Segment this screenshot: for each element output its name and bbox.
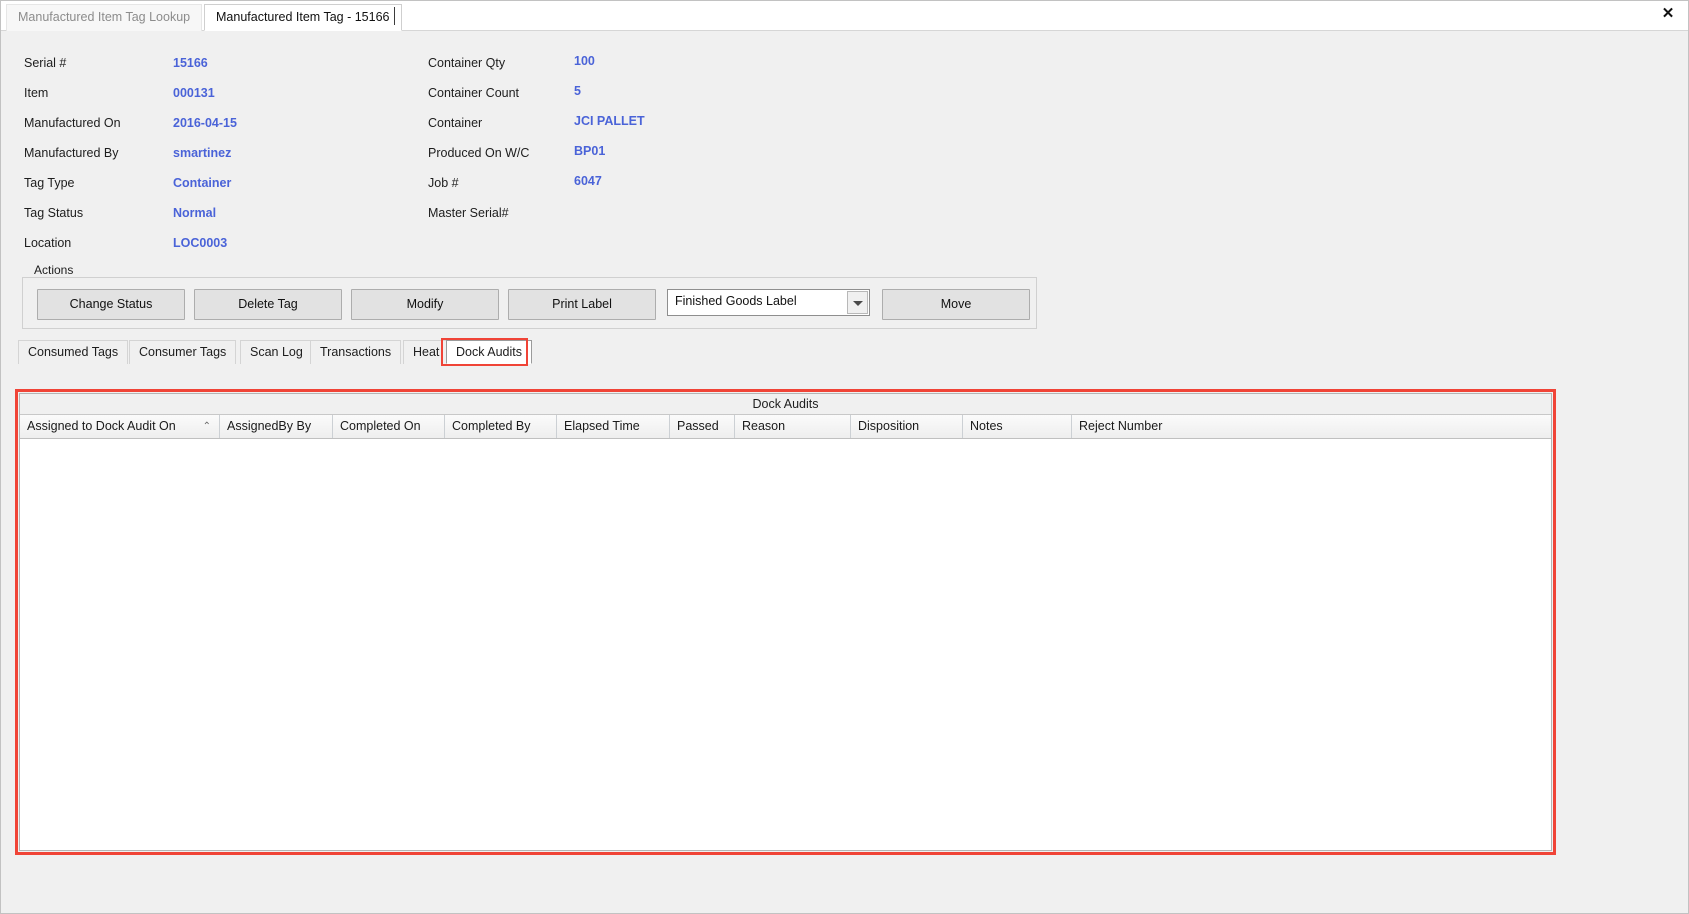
column-header-reason[interactable]: Reason: [735, 415, 851, 438]
field-value-container-count: 5: [574, 84, 581, 98]
column-header-assigned-by[interactable]: AssignedBy By: [220, 415, 333, 438]
tab-consumer-tags[interactable]: Consumer Tags: [129, 340, 237, 364]
column-header-assigned-on[interactable]: Assigned to Dock Audit On ⌃: [20, 415, 220, 438]
move-button[interactable]: Move: [882, 289, 1030, 320]
field-label-job: Job #: [428, 176, 459, 190]
column-header-passed[interactable]: Passed: [670, 415, 735, 438]
tab-consumed-tags[interactable]: Consumed Tags: [18, 340, 129, 364]
column-header-assigned-on-label: Assigned to Dock Audit On: [27, 419, 176, 433]
field-value-tag-status: Normal: [173, 206, 217, 220]
column-header-notes[interactable]: Notes: [963, 415, 1072, 438]
field-label-manufactured-by: Manufactured By: [24, 146, 119, 160]
column-header-reject-number[interactable]: Reject Number: [1072, 415, 1551, 438]
label-type-select-value: Finished Goods Label: [675, 294, 797, 308]
field-label-manufactured-on: Manufactured On: [24, 116, 121, 130]
field-value-container-qty: 100: [574, 54, 595, 68]
detail-tabbar: Consumed Tags Consumer Tags Scan Log Tra…: [18, 340, 1549, 364]
tab-dock-audits[interactable]: Dock Audits: [446, 340, 533, 364]
detail-fields: Serial # Item Manufactured On Manufactur…: [0, 31, 1689, 256]
tab-scan-log[interactable]: Scan Log: [240, 340, 313, 364]
manufactured-item-tag-window: Manufactured Item Tag Lookup Manufacture…: [0, 0, 1689, 914]
change-status-button[interactable]: Change Status: [37, 289, 185, 320]
sort-ascending-icon: ⌃: [202, 421, 211, 432]
close-icon[interactable]: ✕: [1655, 2, 1681, 26]
window-tabstrip: Manufactured Item Tag Lookup Manufacture…: [0, 0, 1689, 31]
field-value-manufactured-by: smartinez: [173, 146, 232, 160]
column-header-completed-on[interactable]: Completed On: [333, 415, 445, 438]
field-label-container-qty: Container Qty: [428, 56, 506, 70]
field-label-location: Location: [24, 236, 72, 250]
field-label-serial: Serial #: [24, 56, 67, 70]
tab-heat[interactable]: Heat: [403, 340, 450, 364]
chevron-down-icon[interactable]: [847, 291, 868, 314]
field-value-container: JCI PALLET: [574, 114, 645, 128]
field-value-serial: 15166: [173, 56, 208, 70]
field-label-produced-on-wc: Produced On W/C: [428, 146, 530, 160]
field-label-item: Item: [24, 86, 49, 100]
modify-button[interactable]: Modify: [351, 289, 499, 320]
column-header-completed-by[interactable]: Completed By: [445, 415, 557, 438]
window-tab-item-tag[interactable]: Manufactured Item Tag - 15166: [204, 4, 402, 31]
field-label-tag-type: Tag Type: [24, 176, 75, 190]
dock-audits-grid: Dock Audits Assigned to Dock Audit On ⌃ …: [19, 393, 1552, 851]
field-label-container: Container: [428, 116, 483, 130]
field-value-produced-on-wc: BP01: [574, 144, 606, 158]
field-value-location: LOC0003: [173, 236, 228, 250]
field-value-tag-type: Container: [173, 176, 232, 190]
window-tab-lookup-label: Manufactured Item Tag Lookup: [18, 10, 191, 24]
dock-audits-grid-header: Assigned to Dock Audit On ⌃ AssignedBy B…: [20, 415, 1551, 439]
actions-groupbox-title: Actions: [30, 263, 78, 277]
field-label-tag-status: Tag Status: [24, 206, 84, 220]
dock-audits-grid-caption: Dock Audits: [20, 394, 1551, 415]
field-label-container-count: Container Count: [428, 86, 520, 100]
delete-tag-button[interactable]: Delete Tag: [194, 289, 342, 320]
label-type-select[interactable]: Finished Goods Label: [667, 289, 870, 316]
field-value-job: 6047: [574, 174, 602, 188]
print-label-button[interactable]: Print Label: [508, 289, 656, 320]
window-tab-lookup[interactable]: Manufactured Item Tag Lookup: [6, 4, 203, 31]
window-tab-item-tag-label: Manufactured Item Tag - 15166: [216, 10, 390, 24]
tab-caret: [394, 7, 395, 25]
field-value-manufactured-on: 2016-04-15: [173, 116, 237, 130]
column-header-disposition[interactable]: Disposition: [851, 415, 963, 438]
field-label-master-serial: Master Serial#: [428, 206, 509, 220]
field-value-item: 000131: [173, 86, 215, 100]
dock-audits-grid-body[interactable]: [20, 439, 1551, 850]
column-header-elapsed-time[interactable]: Elapsed Time: [557, 415, 670, 438]
tab-transactions[interactable]: Transactions: [310, 340, 402, 364]
